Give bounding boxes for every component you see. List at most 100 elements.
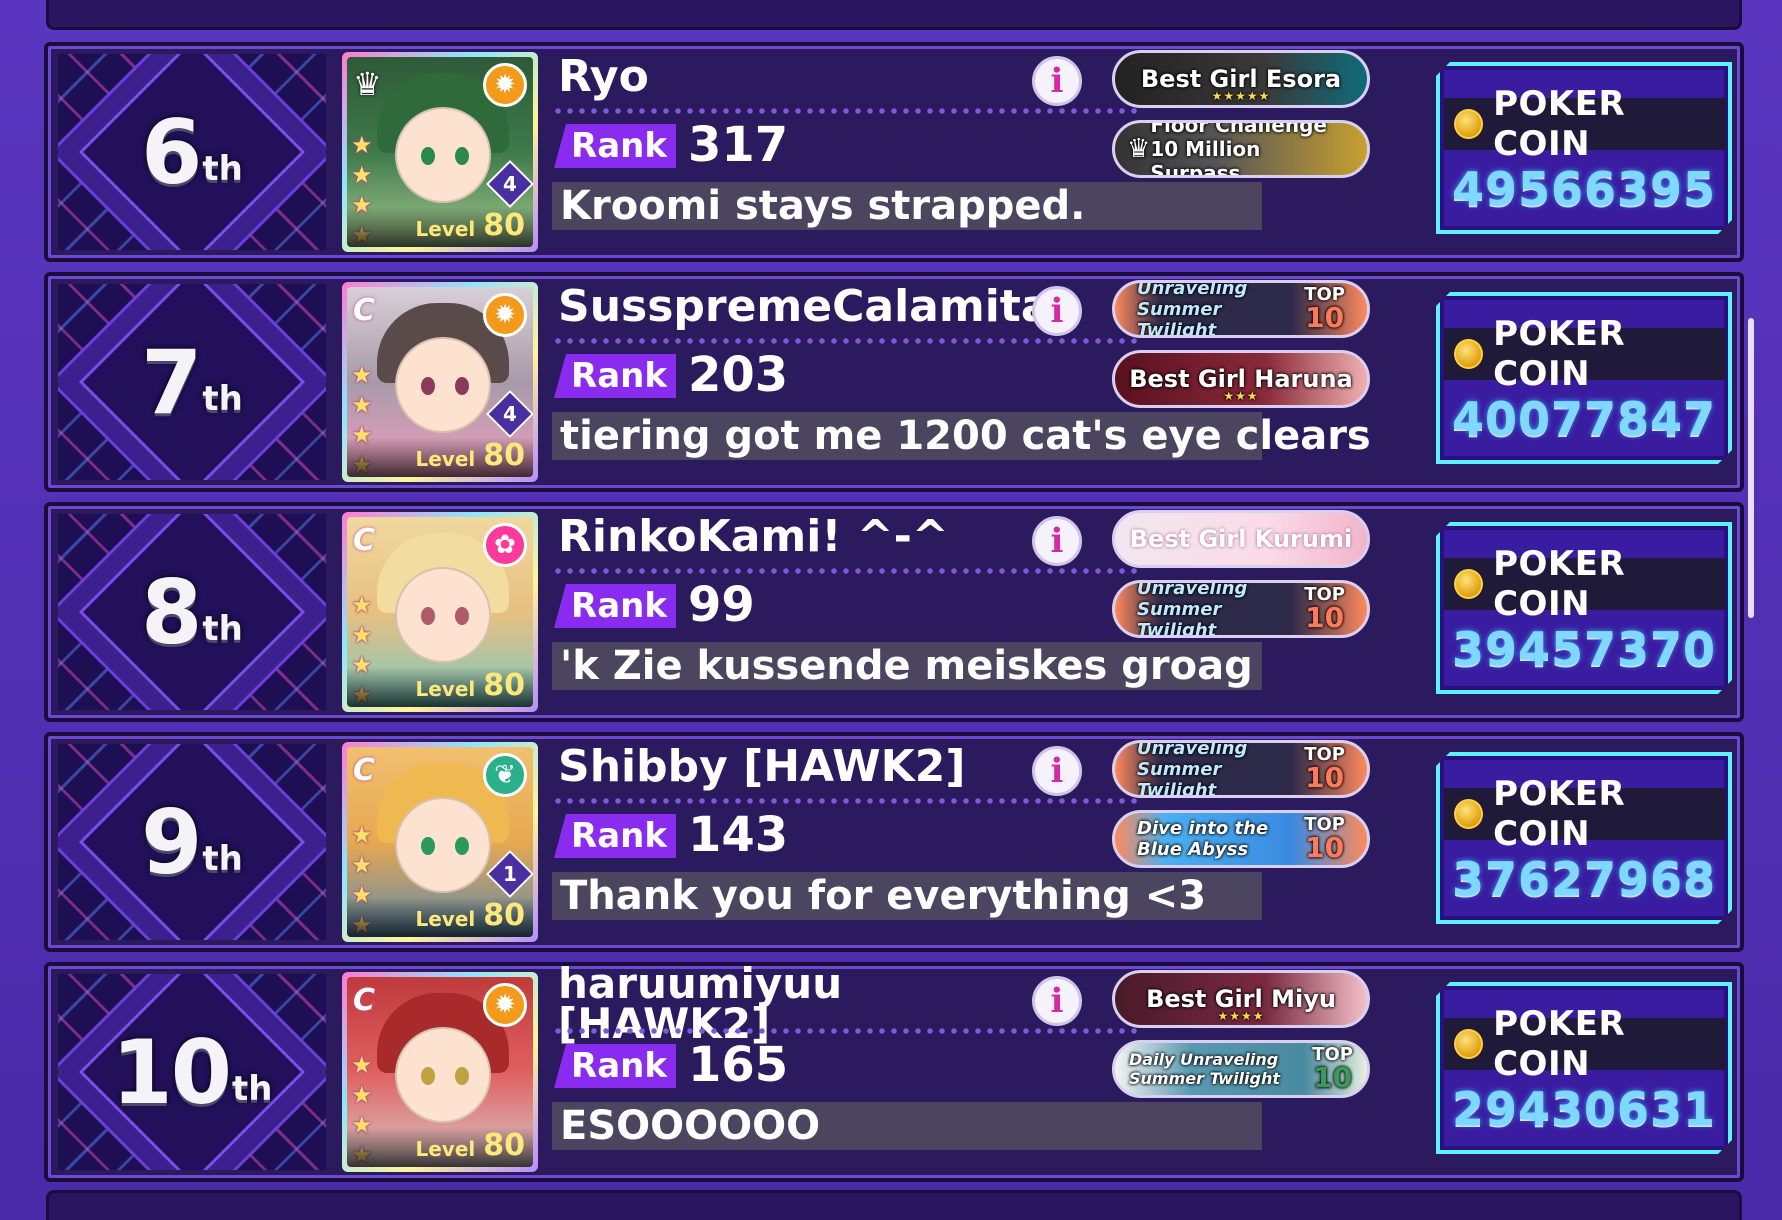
place-cell: 9th — [58, 744, 326, 940]
coin-icon — [1454, 799, 1483, 829]
level-value: 80 — [483, 208, 525, 243]
player-name: Ryo — [558, 51, 649, 102]
divider — [552, 568, 1142, 574]
place-cell: 8th — [58, 514, 326, 710]
level-label: Level — [415, 1137, 476, 1161]
player-comment: 'k Zie kussende meiskes groag — [552, 642, 1262, 690]
player-name: SusspremeCalamitas — [558, 281, 1077, 332]
level-label: Level — [415, 677, 476, 701]
training-badge: 1 — [485, 849, 533, 899]
level-value: 80 — [483, 668, 525, 703]
band-icon: C — [353, 983, 376, 1018]
rank-label: Rank — [554, 354, 676, 398]
leaderboard-row[interactable]: 8th C ✿ ★★★★ Level80 RinkoKami! ^-^ i Ra… — [44, 502, 1744, 722]
info-icon[interactable]: i — [1032, 746, 1082, 796]
previous-row-edge — [46, 0, 1742, 30]
training-badge: 4 — [485, 159, 533, 209]
leaderboard-row[interactable]: 9th C ❦ ★★★★ 1 Level80 Shibby [HAWK2] i … — [44, 732, 1744, 952]
place-suffix: th — [202, 839, 243, 879]
title-badge: Best Girl Haruna ★★★ — [1112, 350, 1370, 408]
coin-icon — [1454, 109, 1483, 139]
player-comment: tiering got me 1200 cat's eye clears — [552, 412, 1371, 460]
happy-attribute-icon: ✹ — [483, 63, 527, 107]
coin-icon — [1454, 339, 1483, 369]
coin-label: POKER COIN — [1493, 84, 1626, 164]
poker-coin-box: POKER COIN 49566395 — [1436, 62, 1732, 234]
leaderboard-row[interactable]: 10th C ✹ ★★★★ Level80 haruumiyuu [HAWK2]… — [44, 962, 1744, 1182]
event-rank-badge: Unraveling Summer Twilight TOP 10 — [1112, 740, 1370, 798]
rank-label: Rank — [554, 814, 676, 858]
band-icon: C — [353, 753, 376, 788]
member-card[interactable]: C ✹ ★★★★ Level80 — [342, 972, 538, 1172]
place-suffix: th — [202, 379, 243, 419]
leaderboard-row[interactable]: 6th ♛ ✹ ★★★★ 4 Level80 Ryo i Rank 317 Kr… — [44, 42, 1744, 262]
divider — [552, 108, 1142, 114]
place-number: 9 — [141, 790, 202, 894]
pure-attribute-icon: ✿ — [483, 523, 527, 567]
band-icon: C — [353, 523, 376, 558]
title-badge: Best Girl Esora ★★★★★ — [1112, 50, 1370, 108]
happy-attribute-icon: ✹ — [483, 293, 527, 337]
rank-value: 203 — [688, 347, 789, 403]
rank-label: Rank — [554, 1044, 676, 1088]
rank-label: Rank — [554, 584, 676, 628]
coin-icon — [1454, 569, 1483, 599]
info-icon[interactable]: i — [1032, 976, 1082, 1026]
player-name: haruumiyuu [HAWK2] — [558, 959, 843, 1048]
place-number: 10 — [111, 1020, 232, 1124]
scrollbar[interactable] — [1748, 318, 1754, 618]
coin-value: 29430631 — [1451, 1082, 1717, 1136]
place-suffix: th — [202, 609, 243, 649]
member-card[interactable]: C ✿ ★★★★ Level80 — [342, 512, 538, 712]
info-icon[interactable]: i — [1032, 516, 1082, 566]
place-suffix: th — [202, 149, 243, 189]
place-number: 8 — [141, 560, 202, 664]
player-comment: Kroomi stays strapped. — [552, 182, 1262, 230]
member-card[interactable]: C ❦ ★★★★ 1 Level80 — [342, 742, 538, 942]
title-badge: ♛ Floor Challenge 10 Million Surpass — [1112, 120, 1370, 178]
place-suffix: th — [232, 1069, 273, 1109]
event-rank-badge: Unraveling Summer Twilight TOP 10 — [1112, 280, 1370, 338]
level-value: 80 — [483, 438, 525, 473]
info-icon[interactable]: i — [1032, 286, 1082, 336]
place-number: 6 — [141, 100, 202, 204]
player-name: RinkoKami! ^-^ — [558, 511, 949, 562]
divider — [552, 798, 1142, 804]
player-comment: ESOOOOOO — [552, 1102, 1262, 1150]
level-label: Level — [415, 447, 476, 471]
member-card[interactable]: C ✹ ★★★★ 4 Level80 — [342, 282, 538, 482]
coin-value: 49566395 — [1451, 162, 1717, 216]
level-value: 80 — [483, 898, 525, 933]
leaderboard-row[interactable]: 7th C ✹ ★★★★ 4 Level80 SusspremeCalamita… — [44, 272, 1744, 492]
cool-attribute-icon: ❦ — [483, 753, 527, 797]
title-badge: Best Girl Miyu ★★★★ — [1112, 970, 1370, 1028]
poker-coin-box: POKER COIN 29430631 — [1436, 982, 1732, 1154]
event-rank-badge: Daily Unraveling Summer Twilight TOP 10 — [1112, 1040, 1370, 1098]
info-icon[interactable]: i — [1032, 56, 1082, 106]
level-value: 80 — [483, 1128, 525, 1163]
poker-coin-box: POKER COIN 39457370 — [1436, 522, 1732, 694]
happy-attribute-icon: ✹ — [483, 983, 527, 1027]
rank-value: 99 — [688, 577, 755, 633]
coin-value: 40077847 — [1451, 392, 1717, 446]
event-rank-badge: Unraveling Summer Twilight TOP 10 — [1112, 580, 1370, 638]
rank-value: 317 — [688, 117, 789, 173]
coin-label: POKER COIN — [1493, 774, 1626, 854]
coin-label: POKER COIN — [1493, 314, 1626, 394]
divider — [552, 338, 1142, 344]
level-label: Level — [415, 217, 476, 241]
rank-value: 165 — [688, 1037, 789, 1093]
coin-label: POKER COIN — [1493, 1004, 1626, 1084]
coin-label: POKER COIN — [1493, 544, 1626, 624]
coin-value: 37627968 — [1451, 852, 1717, 906]
band-icon: C — [353, 293, 376, 328]
level-label: Level — [415, 907, 476, 931]
poker-coin-box: POKER COIN 40077847 — [1436, 292, 1732, 464]
member-card[interactable]: ♛ ✹ ★★★★ 4 Level80 — [342, 52, 538, 252]
coin-value: 39457370 — [1451, 622, 1717, 676]
place-cell: 10th — [58, 974, 326, 1170]
rank-label: Rank — [554, 124, 676, 168]
title-badge: Best Girl Kurumi — [1112, 510, 1370, 568]
training-badge: 4 — [485, 389, 533, 439]
place-cell: 7th — [58, 284, 326, 480]
